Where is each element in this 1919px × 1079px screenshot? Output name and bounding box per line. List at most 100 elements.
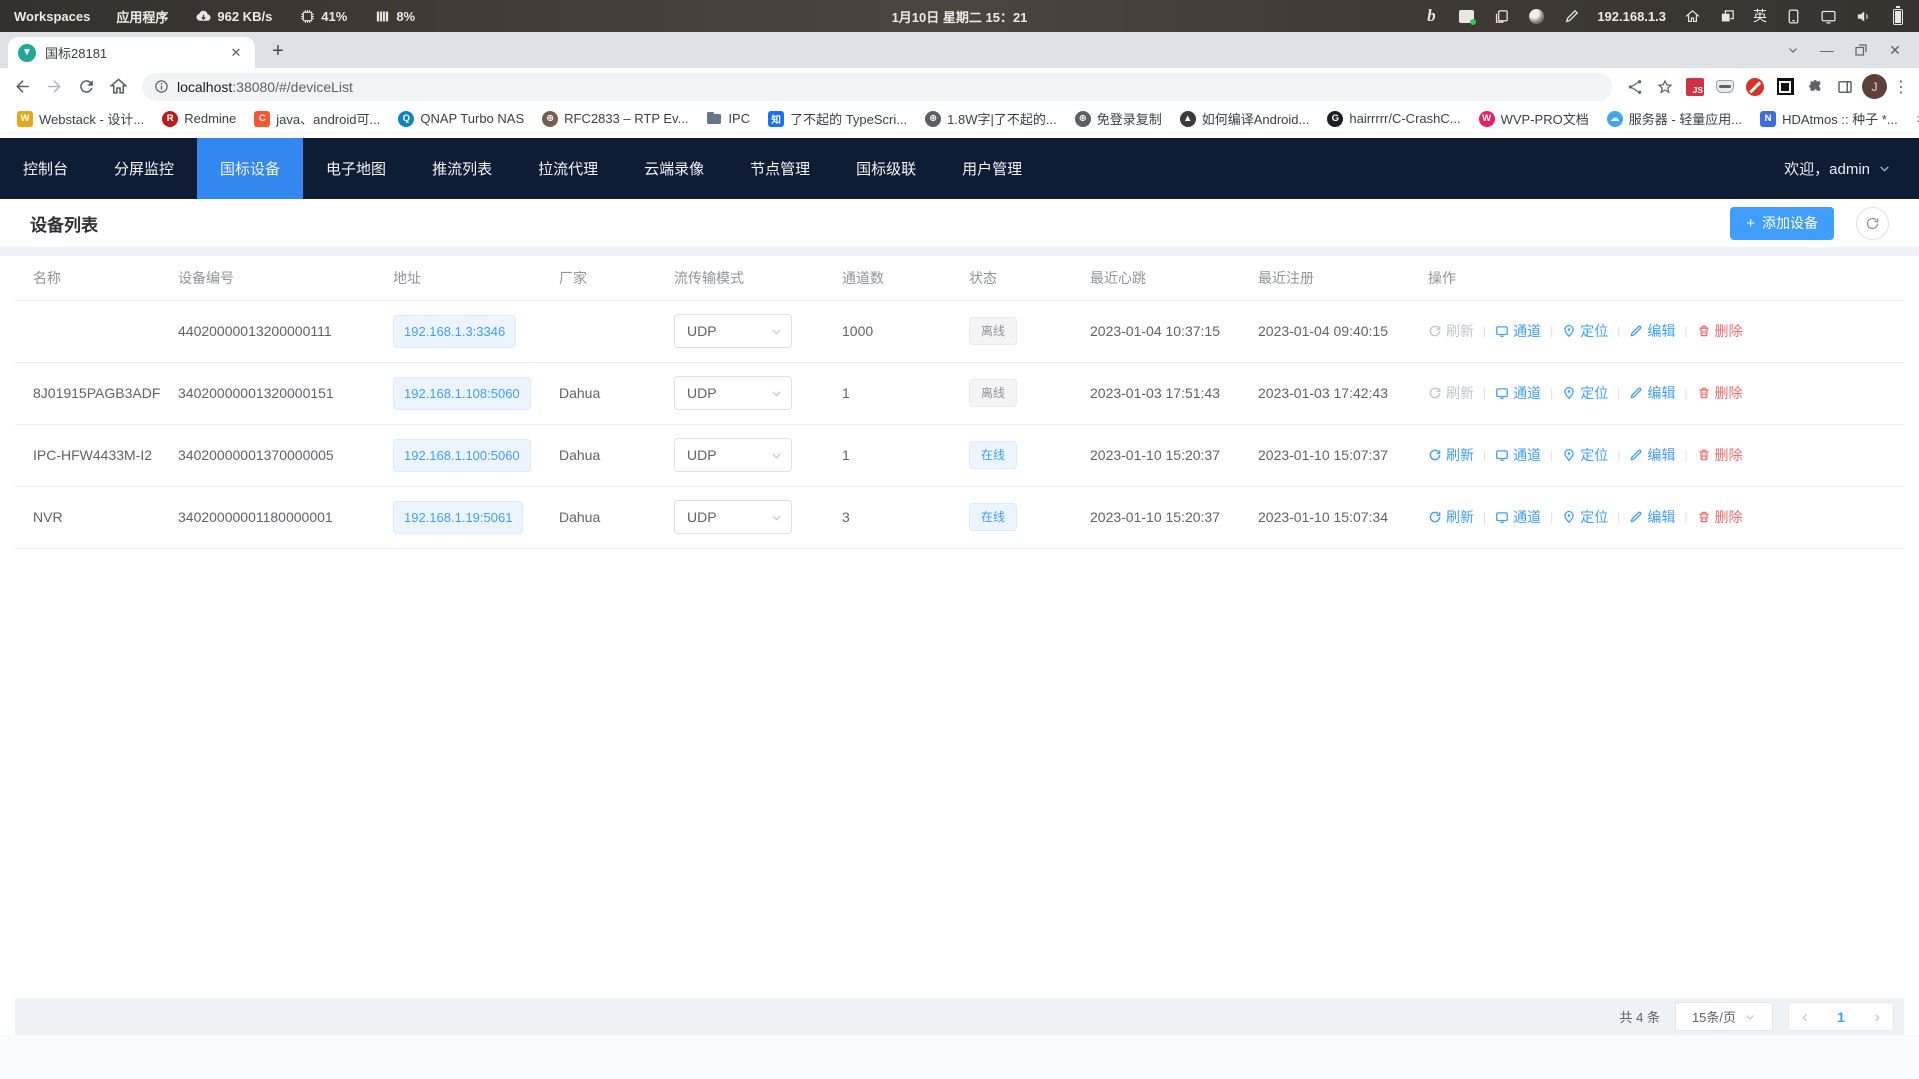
extension-mask-icon[interactable]	[1712, 74, 1738, 100]
forward-icon[interactable]	[40, 73, 68, 101]
page-size-select[interactable]: 15条/页	[1675, 1002, 1773, 1031]
tablet-icon[interactable]	[1784, 7, 1802, 25]
nav-item[interactable]: 分屏监控	[91, 138, 197, 199]
address-bar[interactable]: localhost:38080/#/deviceList	[142, 73, 1612, 101]
pen-icon[interactable]	[1562, 7, 1580, 25]
share-icon[interactable]	[1622, 74, 1648, 100]
stream-mode-select[interactable]: UDP	[674, 500, 792, 534]
window-close-icon[interactable]: ✕	[1885, 40, 1905, 60]
nav-item[interactable]: 用户管理	[939, 138, 1045, 199]
nav-item[interactable]: 云端录像	[621, 138, 727, 199]
bookmarks-overflow-icon[interactable]: »	[1909, 110, 1919, 127]
bookmark-favicon: ☁	[1607, 111, 1623, 127]
nav-item[interactable]: 国标设备	[197, 138, 303, 199]
input-method-indicator[interactable]: 英	[1753, 6, 1767, 26]
bookmark-item[interactable]: Q QNAP Turbo NAS	[391, 109, 531, 129]
extension-blocker-icon[interactable]	[1742, 74, 1768, 100]
bookmark-item[interactable]: ▲ 如何编译Android...	[1173, 107, 1317, 130]
current-page[interactable]: 1	[1837, 1009, 1845, 1025]
battery-icon[interactable]	[1889, 7, 1907, 25]
home-button-icon[interactable]	[104, 73, 132, 101]
delete-button[interactable]: 删除	[1697, 507, 1743, 527]
nav-item[interactable]: 拉流代理	[515, 138, 621, 199]
prev-page-button[interactable]: ‹	[1802, 1008, 1808, 1025]
display-icon[interactable]	[1819, 7, 1837, 25]
home-icon[interactable]	[1683, 7, 1701, 25]
channels-button[interactable]: 通道	[1495, 383, 1541, 403]
windows-overlap-icon[interactable]	[1718, 7, 1736, 25]
bookmark-star-icon[interactable]	[1652, 74, 1678, 100]
delete-button[interactable]: 删除	[1697, 445, 1743, 465]
refresh-device-button[interactable]: 刷新	[1428, 321, 1474, 341]
locate-button[interactable]: 定位	[1562, 383, 1608, 403]
browser-tab[interactable]: ▼ 国标28181 ✕	[8, 37, 255, 68]
bookmark-item[interactable]: ⊕ 1.8W字|了不起的...	[918, 107, 1064, 130]
bookmark-item[interactable]: 知 了不起的 TypeScri...	[761, 107, 914, 130]
bookmark-item[interactable]: ☁ 服务器 - 轻量应用...	[1600, 107, 1749, 130]
extension-js-icon[interactable]: JS	[1682, 74, 1708, 100]
refresh-list-button[interactable]	[1856, 207, 1889, 240]
reload-icon[interactable]	[72, 73, 100, 101]
bookmark-item[interactable]: ⊕ 免登录复制	[1068, 107, 1169, 130]
window-minimize-icon[interactable]: —	[1817, 40, 1837, 60]
user-menu[interactable]: 欢迎，admin	[1784, 138, 1919, 199]
edit-button[interactable]: 编辑	[1629, 321, 1675, 341]
browser-menu-icon[interactable]: ⋮	[1891, 77, 1911, 97]
edit-button[interactable]: 编辑	[1629, 445, 1675, 465]
delete-button[interactable]: 删除	[1697, 321, 1743, 341]
nav-item[interactable]: 国标级联	[833, 138, 939, 199]
window-menu-chevron-icon[interactable]	[1783, 40, 1803, 60]
bookmark-item[interactable]: W Webstack - 设计...	[10, 107, 151, 130]
channels-button[interactable]: 通道	[1495, 445, 1541, 465]
stream-mode-select[interactable]: UDP	[674, 438, 792, 472]
nav-item[interactable]: 控制台	[0, 138, 91, 199]
tab-close-icon[interactable]: ✕	[227, 44, 245, 62]
refresh-device-button[interactable]: 刷新	[1428, 507, 1474, 527]
extensions-puzzle-icon[interactable]	[1802, 74, 1828, 100]
cell-vendor	[559, 300, 674, 362]
bookmark-item[interactable]: G hairrrrr/C-CrashC...	[1320, 109, 1467, 129]
bookmark-item[interactable]: ⊕ RFC2833 – RTP Ev...	[535, 109, 695, 129]
stream-mode-select[interactable]: UDP	[674, 314, 792, 348]
bookmark-favicon: N	[1760, 111, 1776, 127]
edit-button[interactable]: 编辑	[1629, 383, 1675, 403]
workspaces-button[interactable]: Workspaces	[14, 9, 90, 24]
profile-avatar[interactable]: J	[1862, 74, 1887, 99]
add-device-button[interactable]: + 添加设备	[1730, 207, 1834, 240]
refresh-icon	[1428, 448, 1442, 462]
window-restore-icon[interactable]	[1851, 40, 1871, 60]
locate-button[interactable]: 定位	[1562, 321, 1608, 341]
back-icon[interactable]	[8, 73, 36, 101]
channels-button[interactable]: 通道	[1495, 507, 1541, 527]
volume-icon[interactable]	[1854, 7, 1872, 25]
bookmark-item[interactable]: N HDAtmos :: 种子 *...	[1753, 107, 1905, 130]
extension-dark-icon[interactable]	[1772, 74, 1798, 100]
bookmark-item[interactable]: C java、android可...	[247, 107, 387, 130]
new-tab-button[interactable]: +	[265, 38, 291, 64]
nav-item[interactable]: 节点管理	[727, 138, 833, 199]
bookmark-item[interactable]: W WVP-PRO文档	[1472, 107, 1596, 130]
channels-button[interactable]: 通道	[1495, 321, 1541, 341]
plus-icon: +	[1746, 215, 1755, 232]
bing-icon[interactable]: b	[1422, 7, 1440, 25]
bookmark-item[interactable]: IPC	[699, 109, 757, 129]
app-orb-icon[interactable]	[1527, 7, 1545, 25]
delete-button[interactable]: 删除	[1697, 383, 1743, 403]
clipboard-icon[interactable]	[1492, 7, 1510, 25]
applications-menu[interactable]: 应用程序	[116, 7, 168, 26]
screenshot-icon[interactable]	[1457, 7, 1475, 25]
nav-item[interactable]: 推流列表	[409, 138, 515, 199]
locate-button[interactable]: 定位	[1562, 445, 1608, 465]
edit-button[interactable]: 编辑	[1629, 507, 1675, 527]
ip-address-indicator[interactable]: 192.168.1.3	[1597, 9, 1666, 24]
bookmark-item[interactable]: R Redmine	[155, 109, 243, 129]
refresh-device-button[interactable]: 刷新	[1428, 445, 1474, 465]
device-table: 名称 设备编号 地址 厂家 流传输模式 通道数 状态 最近心跳 最近注册 操作	[15, 256, 1904, 549]
nav-item[interactable]: 电子地图	[303, 138, 409, 199]
stream-mode-select[interactable]: UDP	[674, 376, 792, 410]
next-page-button[interactable]: ›	[1874, 1008, 1880, 1025]
bookmark-favicon: ⊕	[925, 111, 941, 127]
refresh-device-button[interactable]: 刷新	[1428, 383, 1474, 403]
side-panel-icon[interactable]	[1832, 74, 1858, 100]
locate-button[interactable]: 定位	[1562, 507, 1608, 527]
